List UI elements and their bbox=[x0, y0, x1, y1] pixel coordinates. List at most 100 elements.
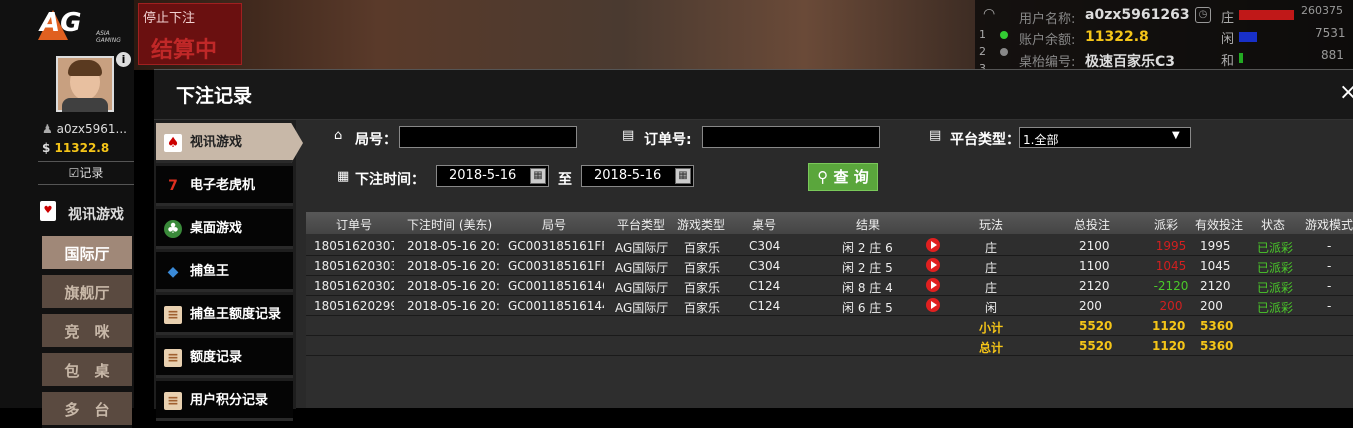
table-value: 极速百家乐C3 bbox=[1085, 54, 1176, 70]
playing-card-icon: ♥ bbox=[40, 201, 56, 221]
cell-mode: - bbox=[1327, 239, 1332, 253]
fish-icon: ◆ bbox=[167, 264, 179, 280]
category-fishing-credit[interactable]: ≡ 捕鱼王额度记录 bbox=[156, 295, 293, 335]
cell-bet-type: 庄 bbox=[985, 241, 998, 255]
cell-mode: - bbox=[1327, 259, 1332, 273]
col-platform[interactable]: 平台类型 bbox=[617, 216, 665, 233]
betting-status-panel: 停止下注 结算中 bbox=[138, 3, 242, 65]
col-table[interactable]: 桌号 bbox=[752, 216, 776, 233]
status-dot-icon bbox=[1000, 48, 1008, 56]
cell-payout: 1045 bbox=[1155, 259, 1187, 273]
tie-stat-label: 和 bbox=[1221, 54, 1235, 69]
user-info-panel: ◠ 1 2 3 用户名称: a0zx5961263 ◷ 账户余额: 11322.… bbox=[975, 0, 1353, 75]
col-round[interactable]: 局号 bbox=[542, 216, 566, 233]
calendar-icon[interactable]: ▦ bbox=[530, 168, 546, 184]
cell-result: 闲 2 庄 6 bbox=[842, 241, 893, 255]
cell-status: 已派彩 bbox=[1257, 261, 1294, 275]
play-video-icon[interactable] bbox=[926, 298, 940, 312]
col-payout[interactable]: 派彩 bbox=[1154, 216, 1178, 233]
cell-valid-bet: 2120 bbox=[1200, 279, 1231, 293]
counter-1: 1 bbox=[979, 28, 986, 41]
category-label: 捕鱼王 bbox=[190, 264, 230, 279]
calendar-icon[interactable]: ▦ bbox=[675, 168, 691, 184]
category-fishing-king[interactable]: ◆ 捕鱼王 bbox=[156, 252, 293, 292]
cell-payout: 200 bbox=[1159, 299, 1183, 313]
play-video-icon[interactable] bbox=[926, 238, 940, 252]
platform-label: 平台类型： bbox=[950, 132, 1020, 148]
category-table-games[interactable]: ♣ 桌面游戏 bbox=[156, 209, 293, 249]
cell-order: 180516203072 bbox=[314, 239, 394, 253]
cell-bet-type: 庄 bbox=[985, 261, 998, 275]
cell-status: 已派彩 bbox=[1257, 301, 1294, 315]
table-row[interactable]: 180516202992 2018-05-16 20:5 GC00118516144… bbox=[306, 296, 1353, 316]
category-points-records[interactable]: ≡ 用户积分记录 bbox=[156, 381, 293, 421]
player-stat-label: 闲 bbox=[1221, 32, 1235, 47]
col-status[interactable]: 状态 bbox=[1261, 216, 1285, 233]
video-games-nav[interactable]: ♥ 视讯游戏 bbox=[38, 197, 134, 227]
modal-title: 下注记录 bbox=[176, 85, 253, 107]
cell-time: 2018-05-16 20:5 bbox=[407, 279, 499, 293]
sidebar-balance: $ 11322.8 bbox=[42, 141, 110, 155]
category-label: 视讯游戏 bbox=[190, 135, 243, 150]
table-row[interactable]: 180516203021 2018-05-16 20:5 GC00118516146… bbox=[306, 276, 1353, 296]
edit-icon: ☑ bbox=[68, 166, 80, 180]
banker-stat-label: 庄 bbox=[1221, 11, 1235, 26]
col-mode[interactable]: 游戏模式 bbox=[1305, 216, 1353, 233]
cell-result: 闲 2 庄 5 bbox=[842, 261, 893, 275]
cell-total-bet: 2100 bbox=[1079, 239, 1110, 253]
records-button[interactable]: ☑记录 bbox=[38, 161, 134, 185]
hall-multi[interactable]: 多 台 bbox=[42, 392, 132, 428]
cell-order: 180516203039 bbox=[314, 259, 394, 273]
category-credit-records[interactable]: ≡ 额度记录 bbox=[156, 338, 293, 378]
col-game-type[interactable]: 游戏类型 bbox=[677, 216, 725, 233]
banker-stat-value: 260375 bbox=[1301, 4, 1343, 17]
sidebar-username: ♟ a0zx5961... bbox=[42, 122, 127, 136]
cell-status: 已派彩 bbox=[1257, 281, 1294, 295]
cell-order: 180516203021 bbox=[314, 279, 394, 293]
money-bag-icon: $ bbox=[42, 141, 51, 155]
platform-select[interactable]: 1.全部 ▼ bbox=[1019, 127, 1191, 148]
cell-time: 2018-05-16 20:5 bbox=[407, 259, 499, 273]
grand-label: 总计 bbox=[979, 341, 1004, 355]
col-order[interactable]: 订单号 bbox=[336, 216, 372, 233]
hall-flagship[interactable]: 旗舰厅 bbox=[42, 275, 132, 311]
table-row[interactable]: 180516203072 2018-05-16 20:5 GC003185161FF… bbox=[306, 236, 1353, 256]
hall-squeeze[interactable]: 竞 咪 bbox=[42, 314, 132, 350]
close-icon[interactable]: × bbox=[1339, 80, 1353, 105]
play-video-icon[interactable] bbox=[926, 278, 940, 292]
clipboard-icon: ▤ bbox=[622, 128, 635, 143]
hall-international[interactable]: 国际厅 bbox=[42, 236, 132, 272]
cell-time: 2018-05-16 20:5 bbox=[407, 299, 499, 313]
date-to-input[interactable]: 2018-5-16 ▦ bbox=[581, 165, 694, 187]
round-input[interactable] bbox=[399, 126, 577, 148]
tie-stat-value: 881 bbox=[1321, 48, 1344, 62]
cell-game: 百家乐 bbox=[684, 301, 721, 315]
cell-round: GC003185161FF bbox=[508, 239, 604, 253]
col-total-bet[interactable]: 总投注 bbox=[1074, 216, 1110, 233]
stop-betting-label: 停止下注 bbox=[143, 11, 196, 26]
col-result[interactable]: 结果 bbox=[856, 216, 880, 233]
play-video-icon[interactable] bbox=[926, 258, 940, 272]
date-from-input[interactable]: 2018-5-16 ▦ bbox=[436, 165, 549, 187]
order-input[interactable] bbox=[702, 126, 880, 148]
category-video-games[interactable]: ♠ 视讯游戏 bbox=[156, 123, 303, 163]
col-bet-type[interactable]: 玩法 bbox=[979, 216, 1003, 233]
hall-private[interactable]: 包 桌 bbox=[42, 353, 132, 389]
table-row[interactable]: 180516203039 2018-05-16 20:5 GC003185161FF… bbox=[306, 256, 1353, 276]
banker-stat-bar bbox=[1239, 10, 1294, 20]
table-header: 订单号 下注时间 (美东) 局号 平台类型 游戏类型 桌号 结果 玩法 总投注 … bbox=[306, 212, 1353, 234]
col-time[interactable]: 下注时间 (美东) bbox=[407, 216, 492, 233]
clock-icon[interactable]: ◷ bbox=[1195, 7, 1211, 23]
avatar[interactable] bbox=[56, 56, 114, 112]
cell-result: 闲 6 庄 5 bbox=[842, 301, 893, 315]
subtotal-row: 小计 5520 1120 5360 bbox=[306, 316, 1353, 336]
col-valid-bet[interactable]: 有效投注 bbox=[1195, 216, 1243, 233]
grand-valid: 5360 bbox=[1200, 339, 1234, 353]
cell-total-bet: 1100 bbox=[1079, 259, 1110, 273]
query-button[interactable]: ⚲ 查 询 bbox=[808, 163, 878, 191]
left-sidebar: AG ASIA GAMING i ♟ a0zx5961... $ 11322.8… bbox=[0, 0, 134, 428]
cell-bet-type: 庄 bbox=[985, 281, 998, 295]
info-icon[interactable]: i bbox=[116, 52, 131, 67]
category-slots[interactable]: 7 电子老虎机 bbox=[156, 166, 293, 206]
bet-time-label: 下注时间： bbox=[355, 172, 425, 188]
